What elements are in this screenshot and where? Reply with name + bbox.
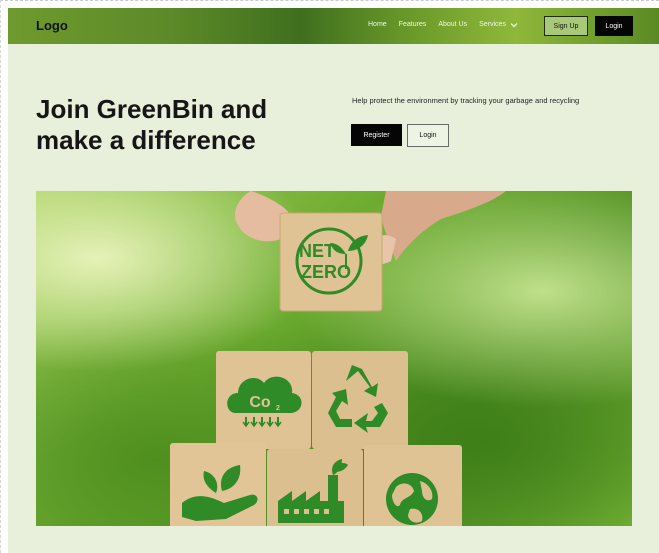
recycle-block bbox=[312, 351, 408, 449]
factory-block bbox=[267, 449, 363, 526]
hero-image: NET ZERO Co 2 bbox=[36, 191, 632, 526]
nav-link-services-label: Services bbox=[479, 21, 506, 28]
co2-block: Co 2 bbox=[216, 351, 311, 449]
nav-link-features[interactable]: Features bbox=[399, 20, 427, 30]
co2-text: Co bbox=[249, 394, 271, 411]
hand-leaf-block bbox=[170, 443, 266, 526]
register-button[interactable]: Register bbox=[351, 124, 402, 146]
nav-login-button[interactable]: Login bbox=[595, 16, 633, 36]
nav-links: Home Features About Us Services bbox=[368, 20, 530, 30]
left-dashed-border bbox=[0, 0, 2, 553]
hero-login-button[interactable]: Login bbox=[407, 124, 449, 147]
zero-text: ZERO bbox=[301, 262, 351, 282]
logo[interactable]: Logo bbox=[36, 18, 68, 33]
signup-button[interactable]: Sign Up bbox=[544, 16, 588, 36]
globe-block bbox=[364, 445, 462, 526]
net-zero-block: NET ZERO bbox=[279, 212, 383, 312]
net-text: NET bbox=[299, 241, 335, 261]
globe-icon bbox=[386, 473, 438, 525]
nav-link-home[interactable]: Home bbox=[368, 20, 387, 30]
hero-title: Join GreenBin and make a difference bbox=[36, 94, 268, 155]
navbar: Logo Home Features About Us Services Sig… bbox=[8, 8, 659, 44]
chevron-down-icon bbox=[510, 23, 518, 28]
co2-subscript: 2 bbox=[276, 405, 280, 412]
nav-link-about-us[interactable]: About Us bbox=[438, 20, 467, 30]
page-frame: Logo Home Features About Us Services Sig… bbox=[8, 8, 659, 553]
hero-subtitle: Help protect the environment by tracking… bbox=[352, 96, 580, 105]
nav-link-services[interactable]: Services bbox=[479, 20, 518, 30]
top-dashed-border bbox=[0, 0, 659, 2]
